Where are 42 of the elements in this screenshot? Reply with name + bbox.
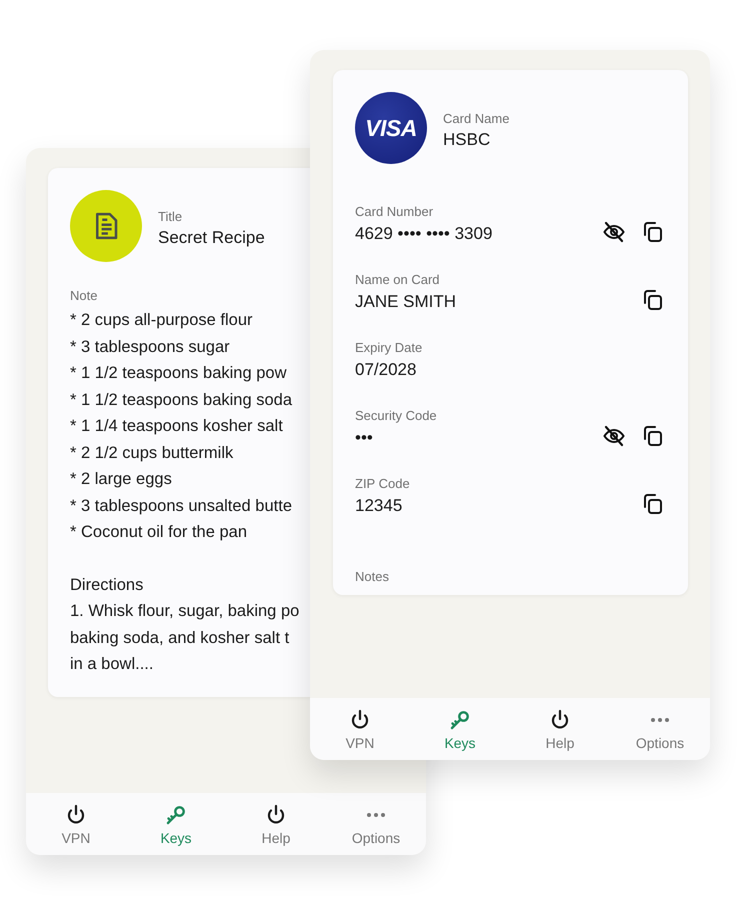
field-label: Name on Card (355, 272, 440, 287)
card-brand-logo: VISA (355, 92, 427, 164)
field-label: Card Number (355, 204, 434, 219)
note-text: * 1 1/4 teaspoons kosher salt (70, 416, 283, 437)
nav-tab[interactable]: Options (615, 708, 705, 750)
nav-tab[interactable]: Help (231, 802, 321, 846)
note-text: Directions (70, 574, 144, 596)
field-value: 4629 •••• •••• 3309 (355, 224, 492, 244)
more-icon (648, 716, 672, 722)
field-label: ZIP Code (355, 476, 410, 491)
note-text: * 3 tablespoons sugar (70, 336, 230, 358)
title-value: Secret Recipe (158, 228, 265, 248)
eye-slash-icon[interactable] (602, 424, 626, 448)
note-text: * 1 1/2 teaspoons baking pow (70, 363, 286, 384)
note-text: * 3 tablespoons unsalted butte (70, 496, 292, 516)
field-label: Note (70, 288, 98, 303)
note-text: baking soda, and kosher salt t (70, 628, 290, 648)
field-label: Card Name (443, 110, 510, 126)
field-label: Title (158, 208, 182, 224)
note-text: in a bowl.... (70, 654, 154, 675)
nav-tab[interactable]: VPN (315, 708, 405, 750)
field-value: 07/2028 (355, 360, 416, 380)
field-label: Security Code (355, 408, 437, 423)
note-text: 1. Whisk flour, sugar, baking po (70, 601, 300, 622)
field-value: 12345 (355, 496, 402, 516)
field-value: ••• (355, 428, 373, 448)
nav-tab[interactable]: Keys (415, 708, 505, 750)
note-text: * 2 1/2 cups buttermilk (70, 442, 234, 464)
nav-tab[interactable]: Keys (131, 802, 221, 846)
nav-tab[interactable]: VPN (31, 802, 121, 846)
nav-tab[interactable]: Help (515, 708, 605, 750)
note-text: * 1 1/2 teaspoons baking soda (70, 390, 292, 410)
field-label: Expiry Date (355, 340, 422, 355)
more-icon (364, 812, 388, 818)
field-label: Notes (355, 569, 389, 584)
eye-slash-icon[interactable] (602, 220, 626, 244)
note-text: * Coconut oil for the pan (70, 522, 248, 543)
note-text: * 2 large eggs (70, 469, 172, 490)
card-name-value: HSBC (443, 130, 492, 150)
field-value: JANE SMITH (355, 292, 456, 312)
nav-tab[interactable]: Options (331, 802, 421, 846)
note-text: * 2 cups all-purpose flour (70, 310, 253, 331)
